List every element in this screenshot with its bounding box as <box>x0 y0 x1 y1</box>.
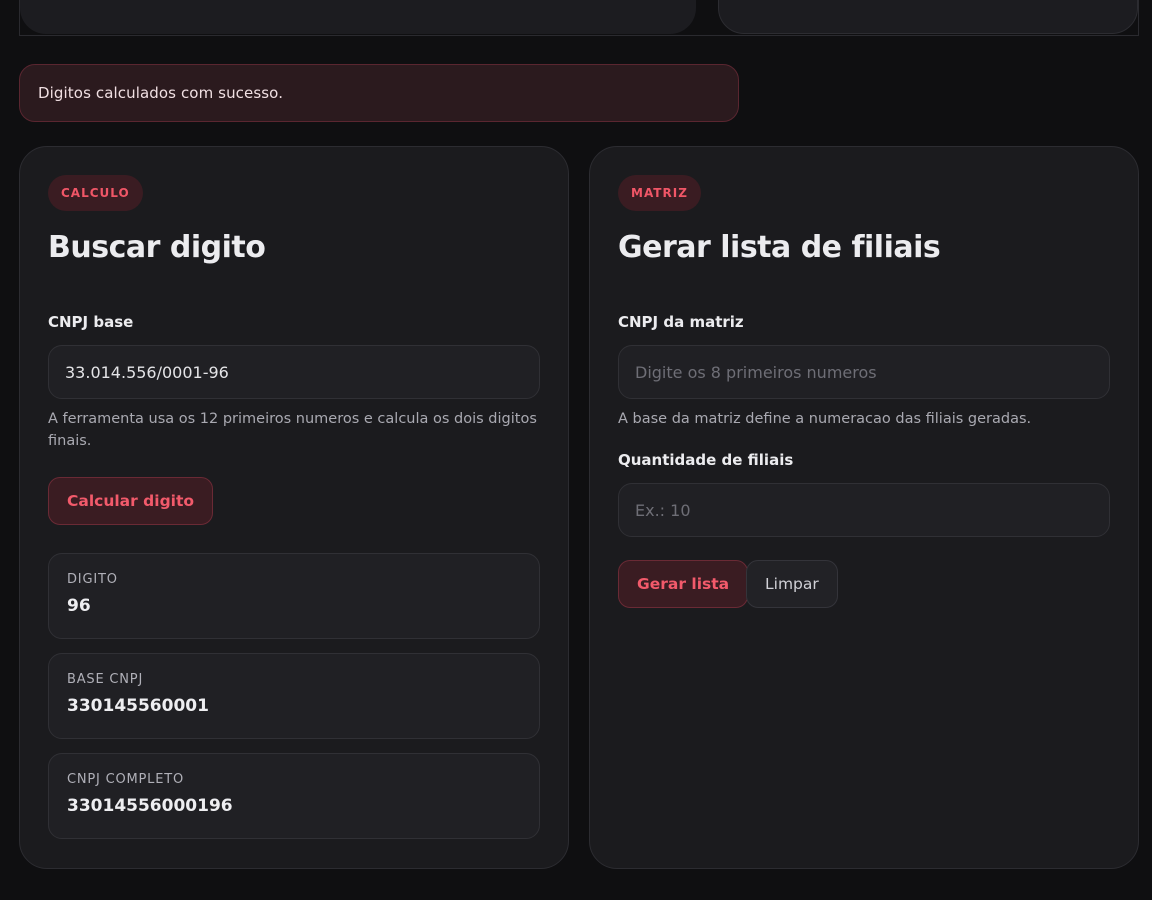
clear-button[interactable]: Limpar <box>746 560 838 608</box>
result-cnpj-completo: CNPJ COMPLETO 33014556000196 <box>48 753 540 839</box>
top-card-left <box>20 0 696 34</box>
result-value: 96 <box>67 596 91 616</box>
generate-branches-title: Gerar lista de filiais <box>618 230 941 265</box>
cnpj-matrix-placeholder: Digite os 8 primeiros numeros <box>635 362 877 382</box>
result-label: DIGITO <box>67 572 118 587</box>
result-value: 33014556000196 <box>67 796 233 816</box>
branch-quantity-label: Quantidade de filiais <box>618 451 794 469</box>
generate-list-button-label: Gerar lista <box>637 575 730 593</box>
result-value: 330145560001 <box>67 696 209 716</box>
calculate-digit-button[interactable]: Calcular digito <box>48 477 214 525</box>
cnpj-matrix-input[interactable]: Digite os 8 primeiros numeros <box>618 345 1110 399</box>
generate-branches-card: MATRIZ Gerar lista de filiais CNPJ da ma… <box>589 146 1139 869</box>
cnpj-matrix-helper: A base da matriz define a numeracao das … <box>618 411 1032 427</box>
cnpj-base-helper: A ferramenta usa os 12 primeiros numeros… <box>48 411 537 449</box>
success-toast: Digitos calculados com sucesso. <box>19 64 739 122</box>
matriz-badge: MATRIZ <box>618 175 701 211</box>
result-label: BASE CNPJ <box>67 672 144 687</box>
generate-list-button[interactable]: Gerar lista <box>618 560 749 608</box>
calculo-badge: CALCULO <box>48 175 143 211</box>
calculate-digit-card: CALCULO Buscar digito CNPJ base 33.014.5… <box>19 146 569 869</box>
result-digito: DIGITO 96 <box>48 553 540 639</box>
cnpj-base-label: CNPJ base <box>48 313 134 331</box>
branch-quantity-input[interactable]: Ex.: 10 <box>618 483 1110 537</box>
clear-button-label: Limpar <box>765 575 819 593</box>
calculate-digit-button-label: Calcular digito <box>67 492 195 510</box>
calculate-digit-title: Buscar digito <box>48 230 266 265</box>
cnpj-matrix-label: CNPJ da matriz <box>618 313 744 331</box>
result-base-cnpj: BASE CNPJ 330145560001 <box>48 653 540 739</box>
toast-message: Digitos calculados com sucesso. <box>38 84 284 102</box>
cnpj-base-input[interactable]: 33.014.556/0001-96 <box>48 345 540 399</box>
top-card-right <box>718 0 1138 34</box>
branch-quantity-placeholder: Ex.: 10 <box>635 500 691 520</box>
result-label: CNPJ COMPLETO <box>67 772 185 787</box>
cnpj-base-input-value: 33.014.556/0001-96 <box>65 362 229 382</box>
